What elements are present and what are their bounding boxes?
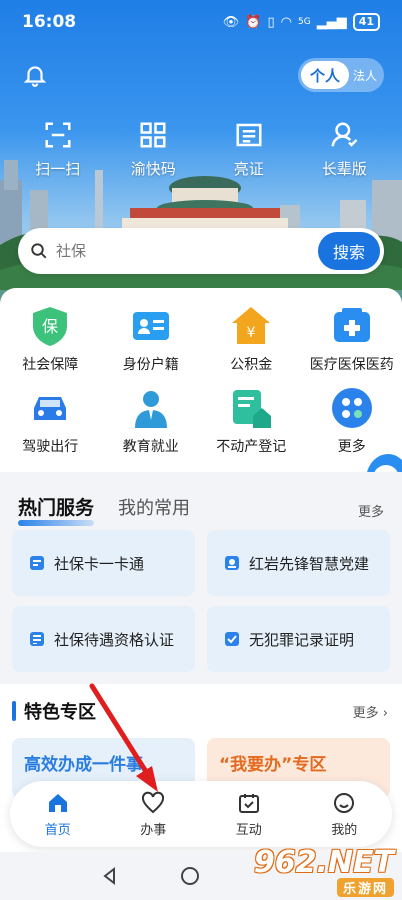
quick-yukuai-code[interactable]: 渝快码: [108, 120, 198, 179]
social-security-icon: 保: [33, 307, 68, 346]
search-icon: [31, 243, 47, 259]
featured-accent-bar: [12, 701, 16, 721]
hot-card[interactable]: 社保待遇资格认证: [12, 606, 195, 672]
service-grid: 保 社会保障 身份户籍 ¥ 公积金 医疗医保医药 驾驶出行 教育就业 不动产登记…: [0, 288, 402, 468]
quick-show-id[interactable]: 亮证: [204, 120, 294, 179]
service-label: 不动产登记: [216, 439, 287, 455]
hot-card[interactable]: 社保卡一卡通: [12, 530, 195, 596]
bottom-tab-bar: 首页 办事 互动 我的: [10, 781, 392, 847]
tab-my-frequent[interactable]: 我的常用: [118, 494, 190, 520]
toggle-corporate[interactable]: 法人: [349, 67, 381, 84]
qr-code-icon: [140, 122, 166, 148]
quick-label: 扫一扫: [35, 160, 81, 178]
service-social-security[interactable]: 保 社会保障: [0, 304, 101, 386]
tab-interact[interactable]: 互动: [201, 781, 297, 847]
id-card-icon: [236, 123, 262, 147]
personal-corporate-toggle[interactable]: 个人 法人: [298, 58, 384, 92]
service-housing-fund[interactable]: ¥ 公积金: [201, 304, 302, 386]
tab-label: 办事: [140, 822, 167, 838]
status-icons: 👁 ⏰ ▯ ◠ 5G ▂▄▆ 41: [223, 13, 380, 31]
home-icon: [48, 793, 67, 812]
eye-icon: 👁: [222, 14, 240, 30]
wifi-icon: ◠: [280, 14, 292, 30]
hot-card-label: 社保待遇资格认证: [54, 630, 175, 649]
service-property[interactable]: 不动产登记: [201, 386, 302, 468]
calendar-check-icon: [238, 793, 259, 813]
hot-card-label: 社保卡一卡通: [54, 554, 145, 573]
service-label: 身份户籍: [122, 357, 179, 373]
featured-header: 特色专区 更多 ›: [0, 684, 402, 724]
network-label: 5G: [297, 17, 311, 27]
hot-card-label: 红岩先锋智慧党建: [249, 554, 370, 573]
qualification-icon: [30, 632, 44, 646]
search-bar: 搜索: [18, 228, 384, 274]
bell-icon[interactable]: [22, 62, 48, 88]
quick-elder-mode[interactable]: 长辈版: [299, 120, 389, 179]
elder-icon: [331, 122, 358, 147]
back-icon[interactable]: [100, 866, 120, 886]
tab-hot-services[interactable]: 热门服务: [18, 493, 95, 526]
party-building-icon: [225, 556, 239, 570]
tab-label: 互动: [235, 822, 262, 838]
quick-label: 渝快码: [130, 160, 176, 178]
hot-cards: 社保卡一卡通 红岩先锋智慧党建 社保待遇资格认证 无犯罪记录证明: [0, 520, 402, 672]
service-label: 社会保障: [22, 357, 79, 373]
featured-more-link[interactable]: 更多 ›: [353, 702, 388, 721]
hot-more-link[interactable]: 更多: [358, 501, 384, 520]
tab-label: 首页: [44, 822, 71, 838]
svg-text:¥: ¥: [247, 325, 256, 341]
signal-icon: ▂▄▆: [316, 14, 347, 30]
quick-actions: 扫一扫 渝快码 亮证 长辈版: [0, 120, 402, 179]
quick-scan[interactable]: 扫一扫: [13, 120, 103, 179]
service-household[interactable]: 身份户籍: [101, 304, 202, 386]
quick-label: 亮证: [233, 160, 264, 178]
hot-card[interactable]: 红岩先锋智慧党建: [207, 530, 390, 596]
more-label: 更多: [352, 705, 379, 721]
household-icon: [132, 312, 169, 340]
hot-services-section: 热门服务 我的常用 更多 社保卡一卡通 红岩先锋智慧党建 社保待遇资格认证 无犯…: [0, 472, 402, 684]
featured-title: 特色专区: [24, 702, 96, 723]
service-driving[interactable]: 驾驶出行: [0, 386, 101, 468]
home-circle-icon[interactable]: [180, 866, 200, 886]
system-nav-bar: [0, 852, 402, 900]
scan-icon: [45, 122, 71, 148]
alarm-icon: ⏰: [245, 14, 262, 30]
smile-icon: [334, 792, 355, 813]
vibrate-icon: ▯: [267, 14, 275, 30]
service-label: 驾驶出行: [22, 439, 79, 455]
quick-label: 长辈版: [321, 160, 367, 178]
car-icon: [34, 397, 67, 420]
hot-card[interactable]: 无犯罪记录证明: [207, 606, 390, 672]
tab-home[interactable]: 首页: [10, 781, 106, 847]
tab-services[interactable]: 办事: [106, 781, 202, 847]
property-icon: [233, 390, 272, 428]
service-medical[interactable]: 医疗医保医药: [302, 304, 402, 386]
social-card-icon: [30, 556, 44, 570]
hot-card-label: 无犯罪记录证明: [249, 630, 355, 649]
more-label: 更多: [357, 505, 384, 520]
service-label: 医疗医保医药: [309, 357, 394, 373]
housing-fund-icon: ¥: [232, 307, 271, 344]
service-education[interactable]: 教育就业: [101, 386, 202, 468]
heart-icon: [142, 791, 165, 813]
toggle-personal[interactable]: 个人: [301, 61, 349, 89]
education-icon: [134, 391, 167, 428]
service-grid-panel: 保 社会保障 身份户籍 ¥ 公积金 医疗医保医药 驾驶出行 教育就业 不动产登记…: [0, 288, 402, 472]
tab-mine[interactable]: 我的: [297, 781, 393, 847]
search-button[interactable]: 搜索: [318, 232, 380, 270]
status-bar: 16:08 👁 ⏰ ▯ ◠ 5G ▂▄▆ 41: [0, 0, 402, 44]
search-input[interactable]: [56, 242, 318, 260]
service-label: 教育就业: [122, 439, 179, 455]
hero-banner: 16:08 👁 ⏰ ▯ ◠ 5G ▂▄▆ 41 个人 法人 扫一扫 渝快码 亮证…: [0, 0, 402, 320]
more-icon: [331, 388, 372, 428]
battery-icon: 41: [352, 13, 380, 31]
service-label: 公积金: [230, 357, 273, 373]
status-time: 16:08: [22, 12, 77, 32]
medical-icon: [333, 308, 370, 342]
tab-label: 我的: [331, 822, 358, 838]
hot-tabs: 热门服务 我的常用 更多: [0, 472, 402, 526]
certificate-icon: [225, 632, 239, 646]
svg-text:保: 保: [42, 317, 58, 336]
